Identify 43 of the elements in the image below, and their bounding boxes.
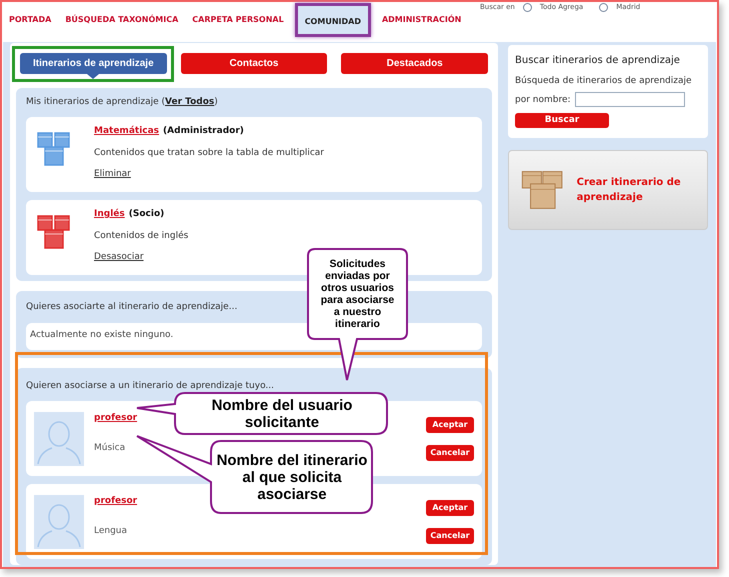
action-link[interactable]: Eliminar — [94, 168, 131, 182]
callout-text: Solicitudes enviadas por otros usuarios para asociarse a nuestro itinerario — [320, 258, 396, 330]
nav-tab[interactable]: PORTADA — [2, 6, 58, 34]
callout-text: Nombre del usuario solicitante — [210, 396, 354, 430]
action-link[interactable]: Desasociar — [94, 251, 144, 264]
radio-button[interactable] — [599, 3, 608, 12]
section-title: Mis itinerarios de aprendizaje (Ver Todos) — [26, 96, 219, 108]
nav-tab[interactable]: ADMINISTRACIÓN — [374, 6, 468, 34]
itinerary-description: Contenidos de inglés — [94, 230, 188, 242]
pointer-icon — [87, 74, 100, 78]
accept-button[interactable]: Aceptar — [426, 416, 474, 432]
itinerary-name: Música — [94, 442, 126, 454]
section-title: Quieres asociarte al itinerario de aprendizaje... — [26, 301, 238, 314]
avatar-icon — [34, 494, 84, 548]
empty-message: Actualmente no existe ninguno. — [30, 329, 174, 342]
search-button[interactable]: Buscar — [515, 113, 609, 128]
tab[interactable]: Destacados — [341, 53, 488, 74]
itinerary-description: Contenidos que tratan sobre la tabla de multiplicar — [94, 146, 324, 160]
search-label: por nombre: — [515, 94, 571, 106]
search-label: Búsqueda de itinerarios de aprendizaje — [515, 74, 692, 88]
cancel-button[interactable]: Cancelar — [426, 528, 474, 544]
view-all-link[interactable]: Ver Todos — [165, 96, 214, 106]
tab[interactable]: Itinerarios de aprendizaje — [20, 53, 167, 74]
role-label: (Administrador) — [163, 125, 244, 138]
itinerary-name: Lengua — [94, 524, 128, 538]
avatar-icon — [34, 412, 84, 466]
user-link[interactable]: profesor — [94, 495, 138, 508]
callout-text: Nombre del itinerario al que solicita asociarse — [216, 452, 368, 502]
nav-tab[interactable]: CARPETA PERSONAL — [185, 6, 291, 34]
user-link[interactable]: profesor — [94, 412, 138, 426]
tab[interactable]: Contactos — [180, 53, 328, 74]
panel-title: Buscar itinerarios de aprendizaje — [515, 54, 681, 68]
cancel-button[interactable]: Cancelar — [426, 444, 474, 460]
nav-tab[interactable]: BÚSQUEDA TAXONÓMICA — [58, 6, 186, 34]
itinerary-link[interactable]: Matemáticas — [94, 125, 160, 138]
search-field[interactable] — [574, 92, 685, 107]
create-link[interactable]: Crear itinerario de aprendizaje — [576, 175, 695, 205]
itinerary-link[interactable]: Inglés — [94, 208, 125, 222]
nav-tab[interactable]: COMUNIDAD — [294, 3, 371, 37]
accept-button[interactable]: Aceptar — [426, 500, 474, 516]
section-title: Quieren asociarse a un itinerario de aprendizaje tuyo... — [26, 380, 274, 392]
role-label: (Socio) — [128, 208, 164, 221]
radio-button[interactable] — [522, 3, 532, 12]
